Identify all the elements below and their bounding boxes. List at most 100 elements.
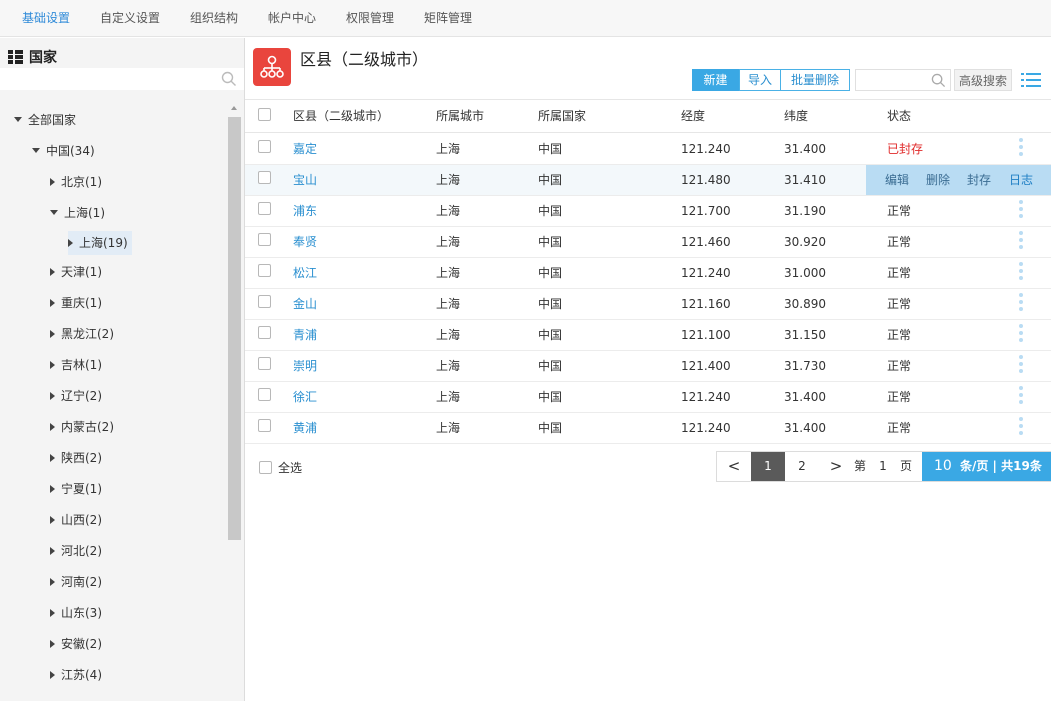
more-actions-icon[interactable]: [1018, 386, 1024, 408]
expand-icon[interactable]: [50, 577, 55, 586]
expand-icon[interactable]: [50, 391, 55, 400]
row-checkbox[interactable]: [258, 171, 271, 184]
search-icon[interactable]: [931, 73, 946, 88]
table-row[interactable]: 奉贤 上海 中国 121.460 30.920 正常: [245, 227, 1051, 258]
column-header-country[interactable]: 所属国家: [538, 100, 586, 132]
column-header-longitude[interactable]: 经度: [681, 100, 705, 132]
expand-icon[interactable]: [50, 453, 55, 462]
collapse-icon[interactable]: [50, 210, 58, 215]
row-checkbox[interactable]: [258, 419, 271, 432]
next-page-button[interactable]: >: [821, 452, 851, 481]
district-name-link[interactable]: 金山: [293, 289, 317, 319]
tree-node-province[interactable]: 北京(1): [50, 170, 102, 194]
edit-action[interactable]: 编辑: [885, 165, 909, 195]
tree-node-province[interactable]: 河南(2): [50, 570, 102, 594]
collapse-icon[interactable]: [14, 117, 22, 122]
sidebar-search[interactable]: [0, 68, 244, 90]
tree-node-province[interactable]: 山东(3): [50, 601, 102, 625]
nav-matrix-mgmt[interactable]: 矩阵管理: [424, 0, 472, 36]
page-button[interactable]: 2: [785, 452, 819, 481]
tree-node-province[interactable]: 河北(2): [50, 539, 102, 563]
batch-delete-button[interactable]: 批量删除: [780, 69, 850, 91]
tree-node-province[interactable]: 江苏(4): [50, 663, 102, 687]
search-icon[interactable]: [221, 71, 237, 87]
row-checkbox[interactable]: [258, 295, 271, 308]
expand-icon[interactable]: [50, 670, 55, 679]
archive-action[interactable]: 封存: [967, 165, 991, 195]
expand-icon[interactable]: [50, 329, 55, 338]
district-name-link[interactable]: 嘉定: [293, 134, 317, 164]
district-name-link[interactable]: 徐汇: [293, 382, 317, 412]
column-header-city[interactable]: 所属城市: [436, 100, 484, 132]
tree-node-province[interactable]: 安徽(2): [50, 632, 102, 656]
page-button-current[interactable]: 1: [751, 452, 785, 481]
list-view-icon[interactable]: [1021, 71, 1041, 89]
expand-icon[interactable]: [50, 484, 55, 493]
tree-node-country[interactable]: 中国(34): [32, 139, 95, 163]
table-row[interactable]: 青浦 上海 中国 121.100 31.150 正常: [245, 320, 1051, 351]
expand-icon[interactable]: [50, 360, 55, 369]
import-button[interactable]: 导入: [739, 69, 781, 91]
more-actions-icon[interactable]: [1018, 262, 1024, 284]
header-checkbox[interactable]: [258, 108, 271, 121]
more-actions-icon[interactable]: [1018, 231, 1024, 253]
nav-permission-mgmt[interactable]: 权限管理: [346, 0, 394, 36]
expand-icon[interactable]: [50, 177, 55, 186]
nav-account-center[interactable]: 帐户中心: [268, 0, 316, 36]
district-name-link[interactable]: 青浦: [293, 320, 317, 350]
district-name-link[interactable]: 奉贤: [293, 227, 317, 257]
table-row[interactable]: 崇明 上海 中国 121.400 31.730 正常: [245, 351, 1051, 382]
more-actions-icon[interactable]: [1018, 200, 1024, 222]
table-row[interactable]: 徐汇 上海 中国 121.240 31.400 正常: [245, 382, 1051, 413]
row-checkbox[interactable]: [258, 388, 271, 401]
prev-page-button[interactable]: <: [717, 452, 751, 481]
scrollbar-thumb[interactable]: [228, 117, 241, 540]
nav-custom-settings[interactable]: 自定义设置: [100, 0, 160, 36]
tree-node-city-selected[interactable]: 上海(19): [68, 231, 132, 255]
page-size-selector[interactable]: 10 条/页 | 共19条: [922, 452, 1051, 481]
district-name-link[interactable]: 浦东: [293, 196, 317, 226]
expand-icon[interactable]: [50, 267, 55, 276]
select-all[interactable]: 全选: [259, 459, 302, 476]
column-header-district[interactable]: 区县（二级城市）: [293, 100, 389, 132]
expand-icon[interactable]: [68, 238, 73, 247]
tree-node-root[interactable]: 全部国家: [14, 108, 76, 132]
nav-basic-settings[interactable]: 基础设置: [22, 0, 70, 36]
expand-icon[interactable]: [50, 546, 55, 555]
column-header-latitude[interactable]: 纬度: [784, 100, 808, 132]
scroll-up-icon[interactable]: [231, 106, 237, 110]
row-checkbox[interactable]: [258, 202, 271, 215]
table-row[interactable]: 浦东 上海 中国 121.700 31.190 正常: [245, 196, 1051, 227]
search-input[interactable]: [856, 70, 928, 90]
tree-node-province[interactable]: 陕西(2): [50, 446, 102, 470]
collapse-icon[interactable]: [32, 148, 40, 153]
delete-action[interactable]: 删除: [926, 165, 950, 195]
more-actions-icon[interactable]: [1018, 355, 1024, 377]
expand-icon[interactable]: [50, 515, 55, 524]
log-action[interactable]: 日志: [1009, 165, 1033, 195]
tree-node-province[interactable]: 重庆(1): [50, 291, 102, 315]
expand-icon[interactable]: [50, 608, 55, 617]
tree-node-province[interactable]: 吉林(1): [50, 353, 102, 377]
expand-icon[interactable]: [50, 298, 55, 307]
district-name-link[interactable]: 黄浦: [293, 413, 317, 443]
row-checkbox[interactable]: [258, 357, 271, 370]
advanced-search-button[interactable]: 高级搜索: [954, 69, 1012, 91]
tree-node-province[interactable]: 山西(2): [50, 508, 102, 532]
table-row-hovered[interactable]: 宝山 上海 中国 121.480 31.410 编辑 删除 封存 日志: [245, 165, 1051, 196]
table-row[interactable]: 黄浦 上海 中国 121.240 31.400 正常: [245, 413, 1051, 444]
expand-icon[interactable]: [50, 422, 55, 431]
column-header-status[interactable]: 状态: [887, 100, 911, 132]
row-checkbox[interactable]: [258, 233, 271, 246]
more-actions-icon[interactable]: [1018, 293, 1024, 315]
row-checkbox[interactable]: [258, 326, 271, 339]
nav-org-structure[interactable]: 组织结构: [190, 0, 238, 36]
district-name-link[interactable]: 松江: [293, 258, 317, 288]
tree-node-province[interactable]: 宁夏(1): [50, 477, 102, 501]
row-checkbox[interactable]: [258, 140, 271, 153]
table-row[interactable]: 嘉定 上海 中国 121.240 31.400 已封存: [245, 134, 1051, 165]
tree-node-province[interactable]: 天津(1): [50, 260, 102, 284]
new-button[interactable]: 新建: [692, 69, 739, 91]
select-all-checkbox[interactable]: [259, 461, 272, 474]
expand-icon[interactable]: [50, 639, 55, 648]
